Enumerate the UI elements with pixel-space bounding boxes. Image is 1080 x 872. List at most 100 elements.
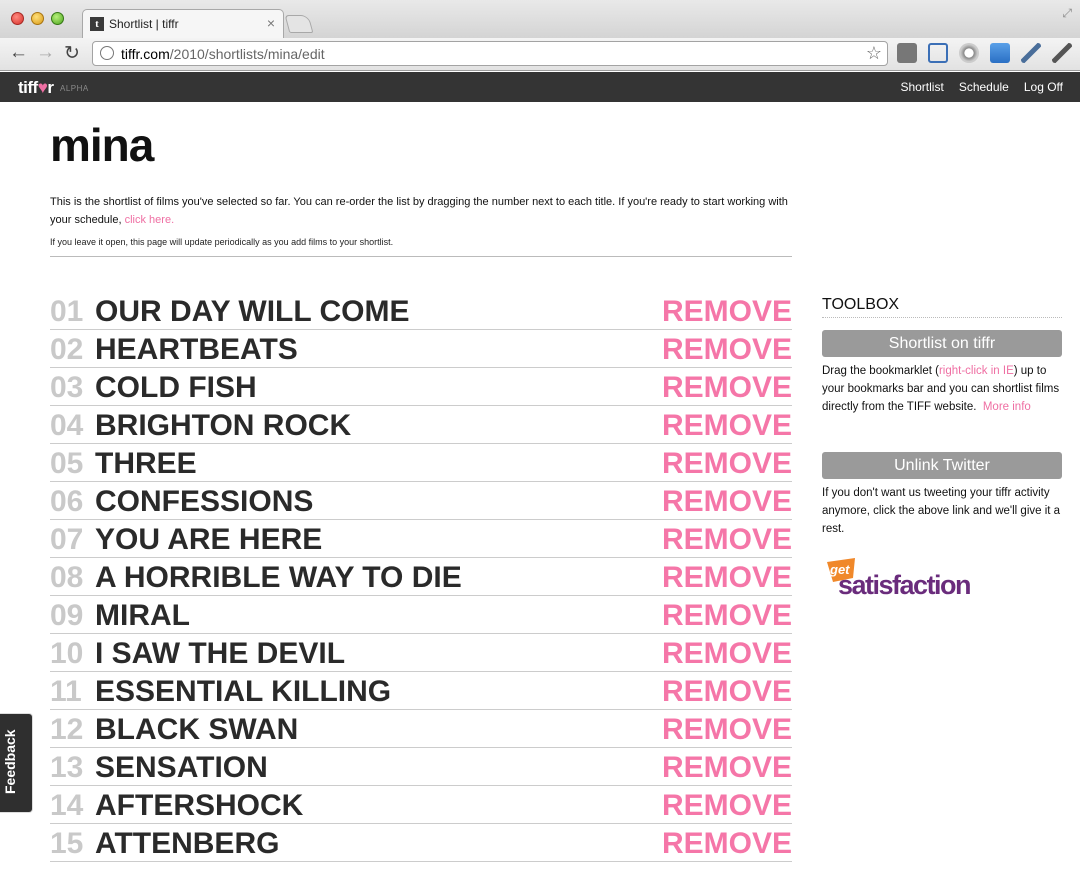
tiffr-favicon-icon: t — [90, 17, 104, 31]
film-row[interactable]: 10 I SAW THE DEVIL REMOVE — [50, 634, 792, 672]
back-arrow-icon[interactable]: ← — [9, 42, 28, 64]
globe-icon — [100, 46, 114, 60]
toolbox-title: TOOLBOX — [822, 296, 900, 313]
remove-button[interactable]: REMOVE — [662, 789, 792, 823]
remove-button[interactable]: REMOVE — [662, 523, 792, 557]
tab-title: Shortlist | tiffr — [109, 17, 179, 31]
unlink-help-text: If you don't want us tweeting your tiffr… — [822, 487, 1061, 535]
bookmarklet-help-text: Drag the bookmarklet (right-click in IE)… — [822, 362, 1062, 416]
remove-button[interactable]: REMOVE — [662, 371, 792, 405]
nav-log-off[interactable]: Log Off — [1024, 80, 1063, 94]
drag-handle-number[interactable]: 04 — [50, 409, 83, 443]
nav-shortlist[interactable]: Shortlist — [900, 80, 943, 94]
satisfaction-word: satisfaction — [838, 570, 972, 600]
forward-arrow-icon[interactable]: → — [36, 42, 55, 64]
film-title: I SAW THE DEVIL — [95, 637, 346, 670]
minimize-window-button[interactable] — [31, 12, 44, 25]
film-title: COLD FISH — [95, 371, 257, 404]
drag-handle-number[interactable]: 10 — [50, 637, 83, 671]
remove-button[interactable]: REMOVE — [662, 713, 792, 747]
film-title: CONFESSIONS — [95, 485, 314, 518]
drag-handle-number[interactable]: 03 — [50, 371, 83, 405]
address-bar[interactable]: tiffr.com/2010/shortlists/mina/edit ☆ — [92, 41, 888, 66]
drag-handle-number[interactable]: 14 — [50, 789, 83, 823]
film-row[interactable]: 08 A HORRIBLE WAY TO DIE REMOVE — [50, 558, 792, 596]
film-row[interactable]: 12 BLACK SWAN REMOVE — [50, 710, 792, 748]
divider — [50, 256, 792, 257]
remove-button[interactable]: REMOVE — [662, 561, 792, 595]
shortlist-bookmarklet-button[interactable]: Shortlist on tiffr — [822, 330, 1062, 357]
right-click-ie-link[interactable]: right-click in IE — [939, 365, 1014, 377]
drag-handle-number[interactable]: 11 — [50, 675, 82, 709]
film-row[interactable]: 03 COLD FISH REMOVE — [50, 368, 792, 406]
gear-extension-icon[interactable] — [959, 43, 979, 63]
drag-handle-number[interactable]: 08 — [50, 561, 83, 595]
image-extension-icon[interactable] — [990, 43, 1010, 63]
film-title: BRIGHTON ROCK — [95, 409, 352, 442]
film-row[interactable]: 04 BRIGHTON ROCK REMOVE — [50, 406, 792, 444]
film-title: AFTERSHOCK — [95, 789, 304, 822]
more-info-link[interactable]: More info — [983, 401, 1031, 413]
remove-button[interactable]: REMOVE — [662, 295, 792, 329]
film-row[interactable]: 06 CONFESSIONS REMOVE — [50, 482, 792, 520]
drag-handle-number[interactable]: 02 — [50, 333, 83, 367]
site-header: tiff♥r ALPHA Shortlist Schedule Log Off — [0, 72, 1080, 102]
new-tab-button[interactable] — [284, 15, 314, 33]
drag-handle-number[interactable]: 07 — [50, 523, 83, 557]
remove-button[interactable]: REMOVE — [662, 827, 792, 861]
film-row[interactable]: 15 ATTENBERG REMOVE — [50, 824, 792, 862]
schedule-link[interactable]: click here. — [125, 214, 175, 226]
drag-handle-number[interactable]: 15 — [50, 827, 83, 861]
film-title: ATTENBERG — [95, 827, 280, 860]
remove-button[interactable]: REMOVE — [662, 447, 792, 481]
film-row[interactable]: 11 ESSENTIAL KILLING REMOVE — [50, 672, 792, 710]
bookmarklet-text-a: Drag the bookmarklet ( — [822, 365, 939, 377]
drag-handle-number[interactable]: 13 — [50, 751, 83, 785]
fullscreen-icon[interactable]: ⤢ — [1062, 6, 1072, 21]
reload-icon[interactable]: ↻ — [64, 42, 80, 65]
remove-button[interactable]: REMOVE — [662, 409, 792, 443]
drag-handle-number[interactable]: 06 — [50, 485, 83, 519]
film-row[interactable]: 02 HEARTBEATS REMOVE — [50, 330, 792, 368]
film-row[interactable]: 05 THREE REMOVE — [50, 444, 792, 482]
tiffr-logo[interactable]: tiff♥r — [18, 78, 54, 98]
remove-button[interactable]: REMOVE — [662, 599, 792, 633]
tab-close-icon[interactable]: × — [267, 15, 275, 31]
wrench-icon[interactable] — [1052, 43, 1072, 63]
film-title: THREE — [95, 447, 197, 480]
update-note: If you leave it open, this page will upd… — [50, 237, 394, 247]
remove-button[interactable]: REMOVE — [662, 751, 792, 785]
film-title: YOU ARE HERE — [95, 523, 323, 556]
drag-handle-number[interactable]: 09 — [50, 599, 83, 633]
browser-tab[interactable]: t Shortlist | tiffr × — [82, 9, 284, 38]
screenshot-extension-icon[interactable] — [928, 43, 948, 63]
url-path: /2010/shortlists/mina/edit — [169, 46, 325, 62]
tag-extension-icon[interactable] — [897, 43, 917, 63]
film-title: A HORRIBLE WAY TO DIE — [95, 561, 462, 594]
remove-button[interactable]: REMOVE — [662, 637, 792, 671]
drag-handle-number[interactable]: 01 — [50, 295, 83, 329]
film-row[interactable]: 07 YOU ARE HERE REMOVE — [50, 520, 792, 558]
drag-handle-number[interactable]: 12 — [50, 713, 83, 747]
feedback-label: Feedback — [2, 729, 18, 794]
close-window-button[interactable] — [11, 12, 24, 25]
remove-button[interactable]: REMOVE — [662, 333, 792, 367]
nav-schedule[interactable]: Schedule — [959, 80, 1009, 94]
top-nav: Shortlist Schedule Log Off — [900, 80, 1063, 94]
zoom-window-button[interactable] — [51, 12, 64, 25]
toolbox-divider — [822, 317, 1062, 318]
eyedropper-icon[interactable] — [1021, 43, 1041, 63]
remove-button[interactable]: REMOVE — [662, 675, 792, 709]
feedback-tab[interactable]: Feedback — [0, 713, 33, 813]
unlink-twitter-button[interactable]: Unlink Twitter — [822, 452, 1062, 479]
url-host: tiffr.com — [121, 46, 170, 62]
film-row[interactable]: 14 AFTERSHOCK REMOVE — [50, 786, 792, 824]
bookmark-star-icon[interactable]: ☆ — [866, 43, 882, 64]
browser-toolbar: ← → ↻ tiffr.com/2010/shortlists/mina/edi… — [0, 38, 1080, 71]
film-row[interactable]: 13 SENSATION REMOVE — [50, 748, 792, 786]
film-title: BLACK SWAN — [95, 713, 299, 746]
film-row[interactable]: 09 MIRAL REMOVE — [50, 596, 792, 634]
film-row[interactable]: 01 OUR DAY WILL COME REMOVE — [50, 292, 792, 330]
drag-handle-number[interactable]: 05 — [50, 447, 83, 481]
remove-button[interactable]: REMOVE — [662, 485, 792, 519]
